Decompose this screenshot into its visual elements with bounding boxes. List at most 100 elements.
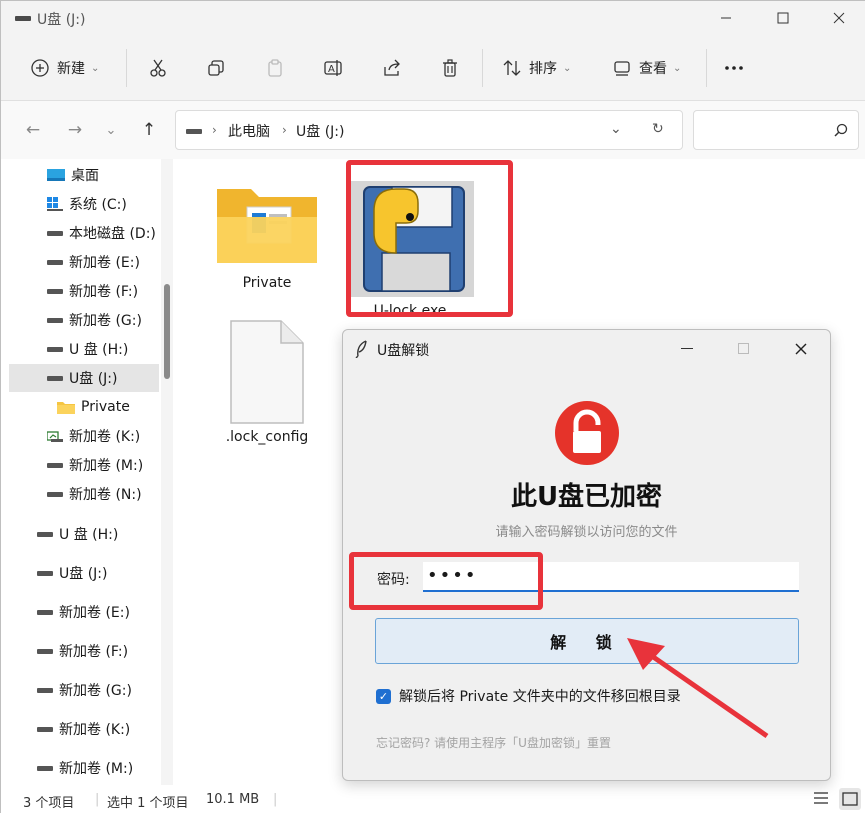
sidebar-item-private-folder[interactable]: Private xyxy=(57,393,130,421)
close-button[interactable] xyxy=(811,1,865,35)
forward-button[interactable]: → xyxy=(63,118,87,142)
more-options-button[interactable] xyxy=(723,51,745,85)
sidebar-item-label: 新加卷 (K:) xyxy=(59,722,131,738)
maximize-button[interactable] xyxy=(755,1,811,35)
arrow-right-icon: → xyxy=(67,120,83,140)
sidebar-item-label: U盘 (J:) xyxy=(59,566,108,582)
back-button[interactable]: ← xyxy=(21,118,45,142)
sidebar-item-drive-m-root[interactable]: 新加卷 (M:) xyxy=(37,754,133,782)
selection-size: 10.1 MB xyxy=(206,792,260,807)
status-bar: 3 个项目 | 选中 1 个项目 10.1 MB | xyxy=(1,785,865,813)
folder-icon xyxy=(217,189,317,263)
sidebar-item-drive-h[interactable]: U 盘 (H:) xyxy=(47,335,128,363)
tiles-view-button[interactable] xyxy=(839,788,861,810)
annotation-highlight-password xyxy=(349,552,543,610)
sidebar-item-drive-j[interactable]: U盘 (J:) xyxy=(9,364,159,392)
navigation-pane: 桌面 系统 (C:) 本地磁盘 (D:) 新加卷 (E:) 新加卷 (F:) 新… xyxy=(1,159,183,785)
cut-button[interactable] xyxy=(147,51,169,85)
drive-icon xyxy=(37,570,53,576)
sidebar-item-drive-h-root[interactable]: U 盘 (H:) xyxy=(37,520,118,548)
breadcrumb-this-pc[interactable]: 此电脑 xyxy=(228,121,270,141)
drive-icon xyxy=(37,726,53,732)
sidebar-item-drive-g-root[interactable]: 新加卷 (G:) xyxy=(37,676,132,704)
sidebar-item-drive-f-root[interactable]: 新加卷 (F:) xyxy=(37,637,128,665)
sidebar-item-drive-j-root[interactable]: U盘 (J:) xyxy=(37,559,107,587)
sidebar-item-drive-f[interactable]: 新加卷 (F:) xyxy=(47,277,138,305)
sidebar-item-drive-c[interactable]: 系统 (C:) xyxy=(47,190,127,218)
sidebar-item-label: U 盘 (H:) xyxy=(69,342,129,358)
scrollbar-track[interactable] xyxy=(161,159,173,785)
unlocked-padlock-icon xyxy=(555,401,619,465)
dialog-maximize-button[interactable] xyxy=(738,343,749,354)
annotation-highlight-exe xyxy=(346,160,513,317)
maximize-icon xyxy=(777,12,789,24)
command-bar: 新建 ⌄ A 排序 ⌄ 查看 ⌄ xyxy=(1,35,865,101)
paste-button[interactable] xyxy=(264,51,286,85)
chevron-down-icon: ⌄ xyxy=(105,122,117,138)
search-icon xyxy=(834,123,848,137)
dialog-heading: 此U盘已加密 xyxy=(510,482,663,512)
delete-button[interactable] xyxy=(439,51,461,85)
drive-icon xyxy=(47,375,63,381)
recent-locations-button[interactable]: ⌄ xyxy=(99,118,123,142)
plus-circle-icon xyxy=(29,57,51,79)
arrow-up-icon: ↑ xyxy=(141,120,157,140)
sidebar-item-label: 新加卷 (G:) xyxy=(59,683,132,699)
details-view-button[interactable] xyxy=(812,790,830,810)
sidebar-item-drive-e-root[interactable]: 新加卷 (E:) xyxy=(37,598,130,626)
minimize-button[interactable] xyxy=(698,1,754,35)
address-history-icon[interactable]: ⌄ xyxy=(610,121,622,137)
feather-icon xyxy=(355,340,367,358)
drive-icon xyxy=(47,462,63,468)
rename-button[interactable]: A xyxy=(322,51,344,85)
refresh-icon[interactable]: ↻ xyxy=(652,121,664,137)
sidebar-item-drive-m[interactable]: 新加卷 (M:) xyxy=(47,451,143,479)
sidebar-item-label: 新加卷 (G:) xyxy=(69,313,142,329)
share-button[interactable] xyxy=(381,51,403,85)
address-bar[interactable]: › 此电脑 › U盘 (J:) ⌄ ↻ xyxy=(175,110,683,150)
view-icon xyxy=(611,57,633,79)
toolbar-divider xyxy=(482,49,483,87)
copy-button[interactable] xyxy=(205,51,227,85)
file-name: Private xyxy=(242,275,292,291)
title-bar: U盘 (J:) xyxy=(1,1,865,35)
view-label: 查看 xyxy=(639,61,667,77)
share-icon xyxy=(381,57,403,79)
move-files-checkbox-row[interactable]: ✓ 解锁后将 Private 文件夹中的文件移回根目录 xyxy=(376,686,681,706)
scrollbar-thumb[interactable] xyxy=(164,284,170,379)
sidebar-item-label: 新加卷 (M:) xyxy=(69,458,144,474)
view-button[interactable]: 查看 ⌄ xyxy=(611,51,681,85)
sidebar-item-drive-g[interactable]: 新加卷 (G:) xyxy=(47,306,142,334)
sort-button[interactable]: 排序 ⌄ xyxy=(501,51,571,85)
windows-drive-icon xyxy=(47,197,63,211)
up-button[interactable]: ↑ xyxy=(137,118,161,142)
dialog-minimize-button[interactable] xyxy=(681,348,693,349)
sidebar-item-label: 新加卷 (F:) xyxy=(69,284,139,300)
drive-icon xyxy=(186,129,202,134)
sidebar-item-drive-d[interactable]: 本地磁盘 (D:) xyxy=(47,219,156,247)
file-item-private[interactable]: Private xyxy=(207,181,327,291)
breadcrumb-current-drive[interactable]: U盘 (J:) xyxy=(296,121,344,141)
sidebar-item-desktop[interactable]: 桌面 xyxy=(47,161,99,189)
copy-icon xyxy=(205,57,227,79)
sidebar-item-label: 桌面 xyxy=(71,168,99,184)
drive-icon xyxy=(47,317,63,323)
drive-icon xyxy=(47,346,63,352)
file-item-lock-config[interactable]: .lock_config xyxy=(207,319,327,445)
dialog-close-button[interactable] xyxy=(795,343,807,355)
sidebar-item-drive-e[interactable]: 新加卷 (E:) xyxy=(47,248,140,276)
window-title: U盘 (J:) xyxy=(37,12,86,28)
sidebar-item-drive-k-root[interactable]: 新加卷 (K:) xyxy=(37,715,130,743)
unlock-dialog: U盘解锁 此U盘已加密 请输入密码解锁以访问您的文件 密码: •••• 解 锁 … xyxy=(342,329,831,781)
toolbar-divider xyxy=(126,49,127,87)
move-files-checkbox-label: 解锁后将 Private 文件夹中的文件移回根目录 xyxy=(399,689,681,705)
search-input[interactable] xyxy=(693,110,859,150)
sidebar-item-drive-k[interactable]: 新加卷 (K:) xyxy=(47,422,140,450)
sidebar-item-drive-n[interactable]: 新加卷 (N:) xyxy=(47,480,142,508)
checkbox-checked-icon[interactable]: ✓ xyxy=(376,688,391,704)
file-explorer-window: U盘 (J:) 新建 ⌄ A 排序 ⌄ 查看 ⌄ ← → ⌄ ↑ › 此电脑 ›… xyxy=(0,0,865,813)
sidebar-item-label: 新加卷 (N:) xyxy=(69,487,142,503)
dialog-subtitle: 请输入密码解锁以访问您的文件 xyxy=(495,525,678,540)
new-button[interactable]: 新建 ⌄ xyxy=(29,51,99,85)
arrow-left-icon: ← xyxy=(25,120,41,140)
